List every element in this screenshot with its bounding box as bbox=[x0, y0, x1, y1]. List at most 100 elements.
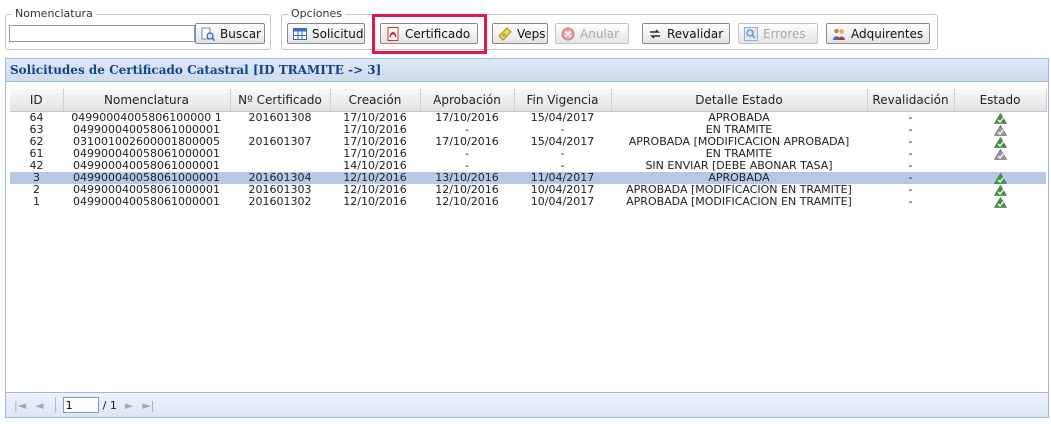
cell-revalidacion: - bbox=[908, 124, 913, 136]
cell-certificado: 201601302 bbox=[248, 196, 312, 208]
table-row[interactable]: 61 049900040058061000001 17/10/2016 - - EN TR… bbox=[10, 148, 1046, 160]
column-header-detalle-estado[interactable]: Detalle Estado bbox=[611, 89, 868, 112]
cell-revalidacion: - bbox=[908, 184, 913, 196]
table-row[interactable]: 63 049900040058061000001 17/10/2016 - - EN TR… bbox=[10, 124, 1046, 136]
pager-separator bbox=[54, 397, 56, 413]
status-approved-icon[interactable] bbox=[993, 172, 1007, 184]
cell-detalle-estado: APROBADA [MODIFICACION EN TRAMITE] bbox=[626, 184, 852, 196]
cell-fin-vigencia: - bbox=[560, 160, 565, 172]
cell-nomenclatura: 049900040058061000001 bbox=[73, 124, 220, 136]
grid-body: 64 04990004005806100000 1 201601308 17/10/2… bbox=[10, 112, 1046, 209]
status-approved-icon[interactable] bbox=[993, 196, 1007, 208]
cancel-icon bbox=[561, 27, 575, 41]
cell-id: 42 bbox=[29, 160, 44, 172]
buscar-button[interactable]: Buscar bbox=[195, 23, 265, 44]
page-count-label: / 1 bbox=[102, 398, 117, 412]
adquirentes-button[interactable]: Adquirentes bbox=[826, 23, 930, 44]
table-row[interactable]: 64 04990004005806100000 1 201601308 17/10/2… bbox=[10, 112, 1046, 125]
column-header-creacion[interactable]: Creación bbox=[330, 89, 421, 112]
cell-nomenclatura: 049900040058061000001 bbox=[73, 184, 220, 196]
anular-button[interactable]: Anular bbox=[555, 23, 629, 44]
cell-revalidacion: - bbox=[867, 172, 954, 184]
opciones-legend: Opciones bbox=[288, 7, 345, 20]
table-row[interactable]: 2 049900040058061000001 201601303 12/10/201… bbox=[10, 184, 1046, 196]
panel-title: Solicitudes de Certificado Catastral [ID… bbox=[6, 59, 1048, 82]
cell-creacion: 17/10/2016 bbox=[343, 111, 407, 124]
cell-aprobacion: 17/10/2016 bbox=[435, 136, 499, 148]
cell-creacion: 12/10/2016 bbox=[330, 172, 420, 184]
cell-estado bbox=[954, 160, 1046, 172]
cell-fin-vigencia: - bbox=[560, 148, 565, 160]
column-header-aprobacion[interactable]: Aprobación bbox=[420, 89, 515, 112]
solicitud-button[interactable]: Solicitud bbox=[287, 23, 365, 44]
cell-creacion: 17/10/2016 bbox=[343, 136, 407, 148]
cell-revalidacion: - bbox=[908, 111, 913, 124]
cell-certificado: 201601303 bbox=[248, 184, 312, 196]
cell-certificado: 201601308 bbox=[248, 111, 312, 124]
cell-id: 62 bbox=[29, 136, 44, 148]
prev-page-icon[interactable]: ◄ bbox=[35, 399, 43, 412]
table-row[interactable]: 3 049900040058061000001 201601304 12/10/201… bbox=[10, 172, 1046, 184]
cell-estado bbox=[954, 184, 1046, 196]
cell-nomenclatura: 04990004005806100000 1 bbox=[71, 111, 222, 124]
cell-estado bbox=[954, 112, 1046, 125]
cell-estado bbox=[954, 196, 1046, 208]
cell-nomenclatura: 049900040058061000001 bbox=[63, 172, 230, 184]
cell-nomenclatura: 049900040058061000001 bbox=[73, 160, 220, 172]
error-search-icon bbox=[744, 26, 758, 41]
grid-header-row: ID Nomenclatura Nº Certificado Creación … bbox=[10, 89, 1047, 112]
cell-detalle-estado: SIN ENVIAR [DEBE ABONAR TASA] bbox=[645, 160, 833, 172]
cell-detalle-estado: APROBADA [MODIFICACION EN TRAMITE] bbox=[626, 196, 852, 208]
search-page-icon bbox=[201, 27, 216, 41]
table-row[interactable]: 62 031001002600001800005 201601307 17/10/20… bbox=[10, 136, 1046, 148]
status-approved-icon[interactable] bbox=[993, 136, 1007, 148]
nomenclatura-input[interactable] bbox=[9, 25, 195, 42]
cell-estado bbox=[954, 136, 1046, 148]
cell-fin-vigencia: 11/04/2017 bbox=[514, 172, 611, 184]
column-header-id[interactable]: ID bbox=[10, 89, 64, 112]
cell-certificado bbox=[230, 148, 330, 160]
solicitudes-grid: ID Nomenclatura Nº Certificado Creación … bbox=[10, 89, 1047, 208]
veps-button[interactable]: Veps bbox=[492, 23, 548, 44]
status-approved-icon[interactable] bbox=[993, 184, 1007, 196]
errores-label: Errores bbox=[763, 26, 806, 41]
cell-aprobacion: - bbox=[465, 124, 469, 136]
cell-certificado bbox=[230, 160, 330, 172]
page-number-input[interactable] bbox=[62, 397, 99, 413]
buscar-label: Buscar bbox=[220, 26, 261, 41]
cell-creacion: 17/10/2016 bbox=[343, 148, 407, 160]
table-grid-icon bbox=[293, 27, 307, 41]
column-header-nomenclatura[interactable]: Nomenclatura bbox=[63, 89, 231, 112]
cell-aprobacion: 13/10/2016 bbox=[420, 172, 514, 184]
table-row[interactable]: 42 049900040058061000001 14/10/2016 - - SIN E… bbox=[10, 160, 1046, 172]
column-header-fin-vigencia[interactable]: Fin Vigencia bbox=[514, 89, 612, 112]
table-row[interactable]: 1 049900040058061000001 201601302 12/10/201… bbox=[10, 196, 1046, 208]
cell-detalle-estado: APROBADA bbox=[708, 111, 770, 124]
errores-button[interactable]: Errores bbox=[738, 23, 818, 44]
column-header-estado[interactable]: Estado bbox=[954, 89, 1047, 112]
status-pending-icon[interactable] bbox=[993, 124, 1007, 136]
users-icon bbox=[832, 27, 846, 41]
cell-certificado bbox=[230, 124, 330, 136]
solicitud-label: Solicitud bbox=[312, 26, 364, 41]
revalidar-button[interactable]: Revalidar bbox=[642, 23, 730, 44]
status-approved-icon[interactable] bbox=[993, 112, 1007, 125]
veps-label: Veps bbox=[517, 26, 546, 41]
cell-revalidacion: - bbox=[908, 148, 913, 160]
cell-detalle-estado: EN TRAMITE bbox=[705, 148, 773, 160]
solicitudes-panel: Solicitudes de Certificado Catastral [ID… bbox=[5, 58, 1049, 418]
ticket-icon bbox=[498, 26, 512, 41]
anular-label: Anular bbox=[580, 26, 620, 41]
next-page-icon[interactable]: ► bbox=[125, 399, 133, 412]
nomenclatura-legend: Nomenclatura bbox=[12, 7, 96, 20]
column-header-revalidacion[interactable]: Revalidación bbox=[867, 89, 955, 112]
cell-id: 3 bbox=[10, 172, 63, 184]
cell-estado bbox=[954, 148, 1046, 160]
cell-certificado: 201601304 bbox=[230, 172, 330, 184]
last-page-icon[interactable]: ►| bbox=[142, 399, 154, 412]
column-header-certificado[interactable]: Nº Certificado bbox=[230, 89, 331, 112]
first-page-icon[interactable]: |◄ bbox=[14, 399, 26, 412]
status-pending-icon[interactable] bbox=[993, 148, 1007, 160]
cell-aprobacion: 12/10/2016 bbox=[435, 196, 499, 208]
cell-aprobacion: - bbox=[465, 148, 469, 160]
